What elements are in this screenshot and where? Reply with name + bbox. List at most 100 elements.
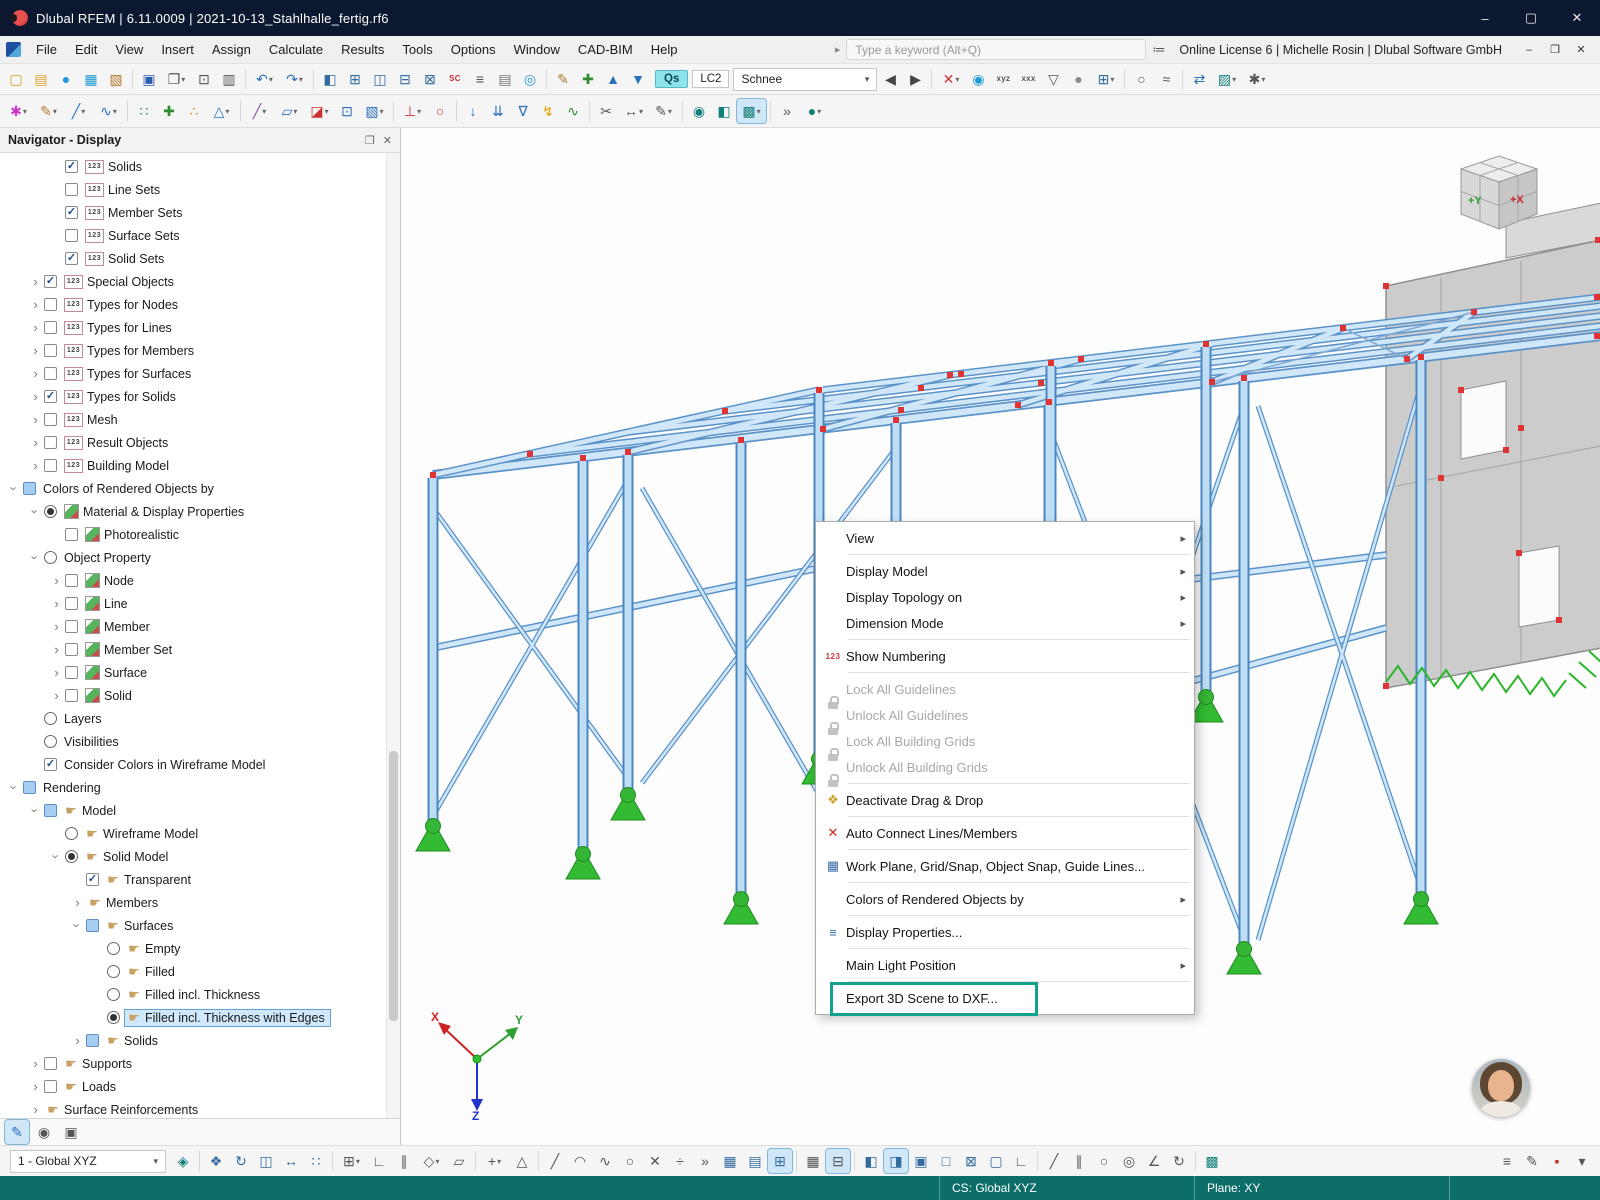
previous-loadcase-icon[interactable]: ◀ (878, 67, 902, 91)
menu-item[interactable]: Tools (393, 38, 441, 61)
tree-item-control[interactable] (44, 804, 57, 817)
snap-grid-icon[interactable]: ⊞ (337, 1149, 366, 1173)
context-menu-item[interactable] (816, 551, 1194, 558)
expander-icon[interactable] (27, 458, 44, 474)
expander-icon[interactable] (27, 435, 44, 451)
node-grid-icon[interactable]: ∷ (132, 99, 156, 123)
circle-icon[interactable]: ○ (1092, 1149, 1116, 1173)
keyword-search-input[interactable] (846, 39, 1146, 60)
hinge-icon[interactable]: ○ (428, 99, 452, 123)
doc-minimize-icon[interactable]: – (1516, 39, 1542, 61)
expander-icon[interactable] (48, 182, 65, 198)
tree-item[interactable]: Visibilities (0, 730, 400, 753)
tree-item-control[interactable] (86, 1034, 99, 1047)
sphere-icon[interactable]: ● (1066, 67, 1090, 91)
grid-toggle-icon[interactable]: ▦ (801, 1149, 825, 1173)
center-of-gravity-icon[interactable]: ▽ (1041, 67, 1065, 91)
note-icon[interactable]: ✎ (649, 99, 678, 123)
render-toggle-icon[interactable]: ▩ (1200, 1149, 1224, 1173)
tree-item-control[interactable] (44, 298, 57, 311)
tree-item-control[interactable] (44, 551, 57, 564)
next-case-icon[interactable]: ▼ (626, 67, 650, 91)
context-menu-item[interactable]: Main Light Position (816, 952, 1194, 978)
close-panel-icon[interactable]: ✕ (383, 134, 392, 147)
keyword-list-icon[interactable]: ≔ (1152, 42, 1165, 58)
tree-item-control[interactable] (107, 988, 120, 1001)
line-draw-icon[interactable]: ╱ (64, 99, 93, 123)
expander-icon[interactable] (48, 251, 65, 267)
load-type-chip[interactable]: Qs (655, 70, 688, 88)
expander-icon[interactable] (27, 366, 44, 382)
float-panel-icon[interactable]: ❐ (365, 134, 375, 147)
expander-icon[interactable] (27, 757, 44, 773)
expander-icon[interactable] (27, 1102, 44, 1118)
new-model-icon[interactable]: ▢ (4, 67, 28, 91)
tree-item[interactable]: Filled (0, 960, 400, 983)
tree-item-control[interactable] (65, 160, 78, 173)
tree-item[interactable]: Photorealistic (0, 523, 400, 546)
move-copy-icon[interactable]: ❖ (204, 1149, 228, 1173)
tree-item[interactable]: Model (0, 799, 400, 822)
redo-icon[interactable]: ↷ (280, 67, 309, 91)
expander-icon[interactable] (48, 205, 65, 221)
zoom-icon[interactable]: ○ (1129, 67, 1153, 91)
intersect-icon[interactable]: ✕ (643, 1149, 667, 1173)
snap-node-icon[interactable]: ✱ (4, 99, 33, 123)
context-menu-item[interactable]: ≡ Display Properties... (816, 919, 1194, 945)
overflow-chevrons-icon[interactable]: » (693, 1149, 717, 1173)
opening-icon[interactable]: ⊡ (335, 99, 359, 123)
expander-icon[interactable] (48, 665, 65, 681)
expander-icon[interactable] (48, 642, 65, 658)
member-load-icon[interactable]: ⇊ (486, 99, 510, 123)
tree-item[interactable]: Transparent (0, 868, 400, 891)
tree-item-control[interactable] (44, 758, 57, 771)
expander-icon[interactable] (48, 688, 65, 704)
tree-item-control[interactable] (44, 413, 57, 426)
tree-item-control[interactable] (44, 436, 57, 449)
tree-item[interactable]: Types for Solids (0, 385, 400, 408)
axes-select-icon[interactable]: △ (207, 99, 236, 123)
context-menu-item[interactable]: Dimension Mode (816, 610, 1194, 636)
coordinate-system-icon[interactable]: ◈ (171, 1149, 195, 1173)
tree-item[interactable]: Solid Model (0, 845, 400, 868)
tree-item[interactable]: Types for Members (0, 339, 400, 362)
view-iso-icon[interactable]: □ (934, 1149, 958, 1173)
loadcase-combobox[interactable]: Schnee (733, 68, 877, 91)
layout-icon[interactable]: ≡ (1495, 1149, 1519, 1173)
show-results-icon[interactable]: ◉ (966, 67, 990, 91)
context-menu-item[interactable]: Export 3D Scene to DXF... (816, 985, 1194, 1011)
layers-icon[interactable]: ≡ (468, 67, 492, 91)
context-menu-item[interactable]: Lock All Building Grids (816, 728, 1194, 754)
tree-item[interactable]: Surface Sets (0, 224, 400, 247)
tree-item[interactable]: Mesh (0, 408, 400, 431)
tree-item-control[interactable] (44, 1057, 57, 1070)
menu-item[interactable]: File (27, 38, 66, 61)
maximize-button[interactable]: ▢ (1508, 0, 1554, 36)
expander-icon[interactable] (69, 918, 86, 934)
axes-icon[interactable]: △ (510, 1149, 534, 1173)
navigation-cube[interactable]: +Y +X (1452, 148, 1547, 243)
expander-icon[interactable] (27, 504, 44, 520)
navigator-toggle-icon[interactable]: ◧ (318, 67, 342, 91)
record-icon[interactable]: ▪ (1545, 1149, 1569, 1173)
tree-item-control[interactable] (107, 942, 120, 955)
clipboard-icon[interactable]: ▥ (217, 67, 241, 91)
tree-item[interactable]: Member (0, 615, 400, 638)
tree-item[interactable]: Rendering (0, 776, 400, 799)
area-load-icon[interactable]: ∇ (511, 99, 535, 123)
tree-item-control[interactable] (86, 873, 99, 886)
block-icon[interactable]: ▧ (360, 99, 389, 123)
expander-icon[interactable] (69, 895, 86, 911)
expander-icon[interactable] (69, 1033, 86, 1049)
context-menu-item[interactable]: 123 Show Numbering (816, 643, 1194, 669)
dimension-icon[interactable]: ↔ (619, 99, 648, 123)
expander-icon[interactable] (27, 343, 44, 359)
tree-item-control[interactable] (44, 735, 57, 748)
tree-item[interactable]: Surfaces (0, 914, 400, 937)
polyline-icon[interactable]: ∿ (94, 99, 123, 123)
expander-icon[interactable] (27, 297, 44, 313)
arc-tools-icon[interactable]: ◠ (568, 1149, 592, 1173)
tree-item[interactable]: Consider Colors in Wireframe Model (0, 753, 400, 776)
context-menu-item[interactable]: ✕ Auto Connect Lines/Members (816, 820, 1194, 846)
tree-item[interactable]: Result Objects (0, 431, 400, 454)
